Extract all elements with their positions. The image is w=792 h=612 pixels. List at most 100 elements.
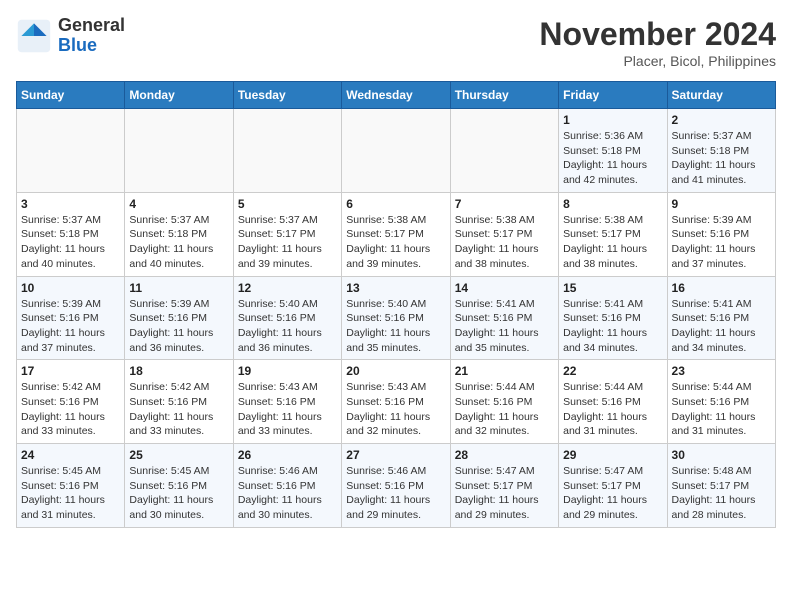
day-info: Sunrise: 5:44 AM Sunset: 5:16 PM Dayligh…: [672, 380, 771, 439]
day-number: 26: [238, 448, 337, 462]
day-number: 13: [346, 281, 445, 295]
day-number: 14: [455, 281, 554, 295]
day-cell: [125, 109, 233, 193]
day-number: 9: [672, 197, 771, 211]
day-number: 24: [21, 448, 120, 462]
day-number: 3: [21, 197, 120, 211]
day-number: 19: [238, 364, 337, 378]
day-header-saturday: Saturday: [667, 82, 775, 109]
logo-blue: Blue: [58, 35, 97, 55]
day-info: Sunrise: 5:44 AM Sunset: 5:16 PM Dayligh…: [563, 380, 662, 439]
day-cell: 16 Sunrise: 5:41 AM Sunset: 5:16 PM Dayli…: [667, 276, 775, 360]
day-info: Sunrise: 5:44 AM Sunset: 5:16 PM Dayligh…: [455, 380, 554, 439]
title-block: November 2024 Placer, Bicol, Philippines: [539, 16, 776, 69]
header-row: SundayMondayTuesdayWednesdayThursdayFrid…: [17, 82, 776, 109]
day-cell: 12 Sunrise: 5:40 AM Sunset: 5:16 PM Dayli…: [233, 276, 341, 360]
day-cell: 25 Sunrise: 5:45 AM Sunset: 5:16 PM Dayli…: [125, 444, 233, 528]
week-row-0: 1 Sunrise: 5:36 AM Sunset: 5:18 PM Daylig…: [17, 109, 776, 193]
day-info: Sunrise: 5:37 AM Sunset: 5:18 PM Dayligh…: [129, 213, 228, 272]
day-cell: 2 Sunrise: 5:37 AM Sunset: 5:18 PM Daylig…: [667, 109, 775, 193]
day-number: 17: [21, 364, 120, 378]
day-cell: 23 Sunrise: 5:44 AM Sunset: 5:16 PM Dayli…: [667, 360, 775, 444]
day-info: Sunrise: 5:42 AM Sunset: 5:16 PM Dayligh…: [129, 380, 228, 439]
day-cell: 6 Sunrise: 5:38 AM Sunset: 5:17 PM Daylig…: [342, 192, 450, 276]
day-number: 10: [21, 281, 120, 295]
day-cell: 27 Sunrise: 5:46 AM Sunset: 5:16 PM Dayli…: [342, 444, 450, 528]
day-header-monday: Monday: [125, 82, 233, 109]
day-number: 11: [129, 281, 228, 295]
day-info: Sunrise: 5:37 AM Sunset: 5:18 PM Dayligh…: [672, 129, 771, 188]
day-cell: 18Sunrise: 5:42 AM Sunset: 5:16 PM Dayli…: [125, 360, 233, 444]
day-number: 5: [238, 197, 337, 211]
day-cell: 5 Sunrise: 5:37 AM Sunset: 5:17 PM Daylig…: [233, 192, 341, 276]
day-header-sunday: Sunday: [17, 82, 125, 109]
day-number: 28: [455, 448, 554, 462]
day-cell: 22 Sunrise: 5:44 AM Sunset: 5:16 PM Dayli…: [559, 360, 667, 444]
day-info: Sunrise: 5:47 AM Sunset: 5:17 PM Dayligh…: [455, 464, 554, 523]
day-number: 25: [129, 448, 228, 462]
day-info: Sunrise: 5:41 AM Sunset: 5:16 PM Dayligh…: [455, 297, 554, 356]
day-cell: 4 Sunrise: 5:37 AM Sunset: 5:18 PM Daylig…: [125, 192, 233, 276]
day-number: 4: [129, 197, 228, 211]
day-info: Sunrise: 5:36 AM Sunset: 5:18 PM Dayligh…: [563, 129, 662, 188]
day-number: 30: [672, 448, 771, 462]
day-header-wednesday: Wednesday: [342, 82, 450, 109]
day-info: Sunrise: 5:39 AM Sunset: 5:16 PM Dayligh…: [672, 213, 771, 272]
day-info: Sunrise: 5:41 AM Sunset: 5:16 PM Dayligh…: [563, 297, 662, 356]
day-number: 23: [672, 364, 771, 378]
day-info: Sunrise: 5:39 AM Sunset: 5:16 PM Dayligh…: [21, 297, 120, 356]
day-info: Sunrise: 5:38 AM Sunset: 5:17 PM Dayligh…: [455, 213, 554, 272]
day-cell: 20Sunrise: 5:43 AM Sunset: 5:16 PM Dayli…: [342, 360, 450, 444]
day-number: 2: [672, 113, 771, 127]
day-info: Sunrise: 5:40 AM Sunset: 5:16 PM Dayligh…: [238, 297, 337, 356]
day-number: 6: [346, 197, 445, 211]
day-info: Sunrise: 5:37 AM Sunset: 5:17 PM Dayligh…: [238, 213, 337, 272]
day-info: Sunrise: 5:42 AM Sunset: 5:16 PM Dayligh…: [21, 380, 120, 439]
day-cell: 29 Sunrise: 5:47 AM Sunset: 5:17 PM Dayli…: [559, 444, 667, 528]
calendar-header: SundayMondayTuesdayWednesdayThursdayFrid…: [17, 82, 776, 109]
day-cell: 14 Sunrise: 5:41 AM Sunset: 5:16 PM Dayli…: [450, 276, 558, 360]
month-title: November 2024: [539, 16, 776, 53]
day-cell: 17 Sunrise: 5:42 AM Sunset: 5:16 PM Dayli…: [17, 360, 125, 444]
day-info: Sunrise: 5:46 AM Sunset: 5:16 PM Dayligh…: [346, 464, 445, 523]
day-cell: 9 Sunrise: 5:39 AM Sunset: 5:16 PM Daylig…: [667, 192, 775, 276]
calendar-body: 1 Sunrise: 5:36 AM Sunset: 5:18 PM Daylig…: [17, 109, 776, 528]
day-cell: 24Sunrise: 5:45 AM Sunset: 5:16 PM Dayli…: [17, 444, 125, 528]
day-cell: [342, 109, 450, 193]
day-cell: 26 Sunrise: 5:46 AM Sunset: 5:16 PM Dayli…: [233, 444, 341, 528]
day-header-tuesday: Tuesday: [233, 82, 341, 109]
day-number: 27: [346, 448, 445, 462]
day-number: 15: [563, 281, 662, 295]
day-info: Sunrise: 5:47 AM Sunset: 5:17 PM Dayligh…: [563, 464, 662, 523]
day-info: Sunrise: 5:38 AM Sunset: 5:17 PM Dayligh…: [346, 213, 445, 272]
week-row-4: 24 Sunrise: 5:45 AM Sunset: 5:16 PM Dayli…: [17, 444, 776, 528]
day-info: Sunrise: 5:43 AM Sunset: 5:16 PM Dayligh…: [238, 380, 337, 439]
day-number: 1: [563, 113, 662, 127]
day-cell: 3Sunrise: 5:37 AM Sunset: 5:18 PM Daylig…: [17, 192, 125, 276]
day-number: 22: [563, 364, 662, 378]
week-row-2: 10 Sunrise: 5:39 AM Sunset: 5:16 PM Dayli…: [17, 276, 776, 360]
day-number: 12: [238, 281, 337, 295]
day-cell: [450, 109, 558, 193]
day-cell: 10 Sunrise: 5:39 AM Sunset: 5:16 PM Dayli…: [17, 276, 125, 360]
day-info: Sunrise: 5:43 AM Sunset: 5:16 PM Dayligh…: [346, 380, 445, 439]
day-info: Sunrise: 5:46 AM Sunset: 5:16 PM Dayligh…: [238, 464, 337, 523]
logo-general: General: [58, 15, 125, 35]
day-info: Sunrise: 5:39 AM Sunset: 5:16 PM Dayligh…: [129, 297, 228, 356]
day-number: 7: [455, 197, 554, 211]
logo-text: General Blue: [58, 16, 125, 56]
day-cell: [233, 109, 341, 193]
day-cell: [17, 109, 125, 193]
day-cell: 7 Sunrise: 5:38 AM Sunset: 5:17 PM Daylig…: [450, 192, 558, 276]
day-info: Sunrise: 5:41 AM Sunset: 5:16 PM Dayligh…: [672, 297, 771, 356]
day-number: 16: [672, 281, 771, 295]
logo-icon: [16, 18, 52, 54]
day-cell: 19 Sunrise: 5:43 AM Sunset: 5:16 PM Dayli…: [233, 360, 341, 444]
week-row-1: 3 Sunrise: 5:37 AM Sunset: 5:18 PM Daylig…: [17, 192, 776, 276]
day-info: Sunrise: 5:45 AM Sunset: 5:16 PM Dayligh…: [129, 464, 228, 523]
day-info: Sunrise: 5:38 AM Sunset: 5:17 PM Dayligh…: [563, 213, 662, 272]
day-number: 29: [563, 448, 662, 462]
calendar-table: SundayMondayTuesdayWednesdayThursdayFrid…: [16, 81, 776, 528]
day-cell: 21Sunrise: 5:44 AM Sunset: 5:16 PM Dayli…: [450, 360, 558, 444]
day-number: 8: [563, 197, 662, 211]
